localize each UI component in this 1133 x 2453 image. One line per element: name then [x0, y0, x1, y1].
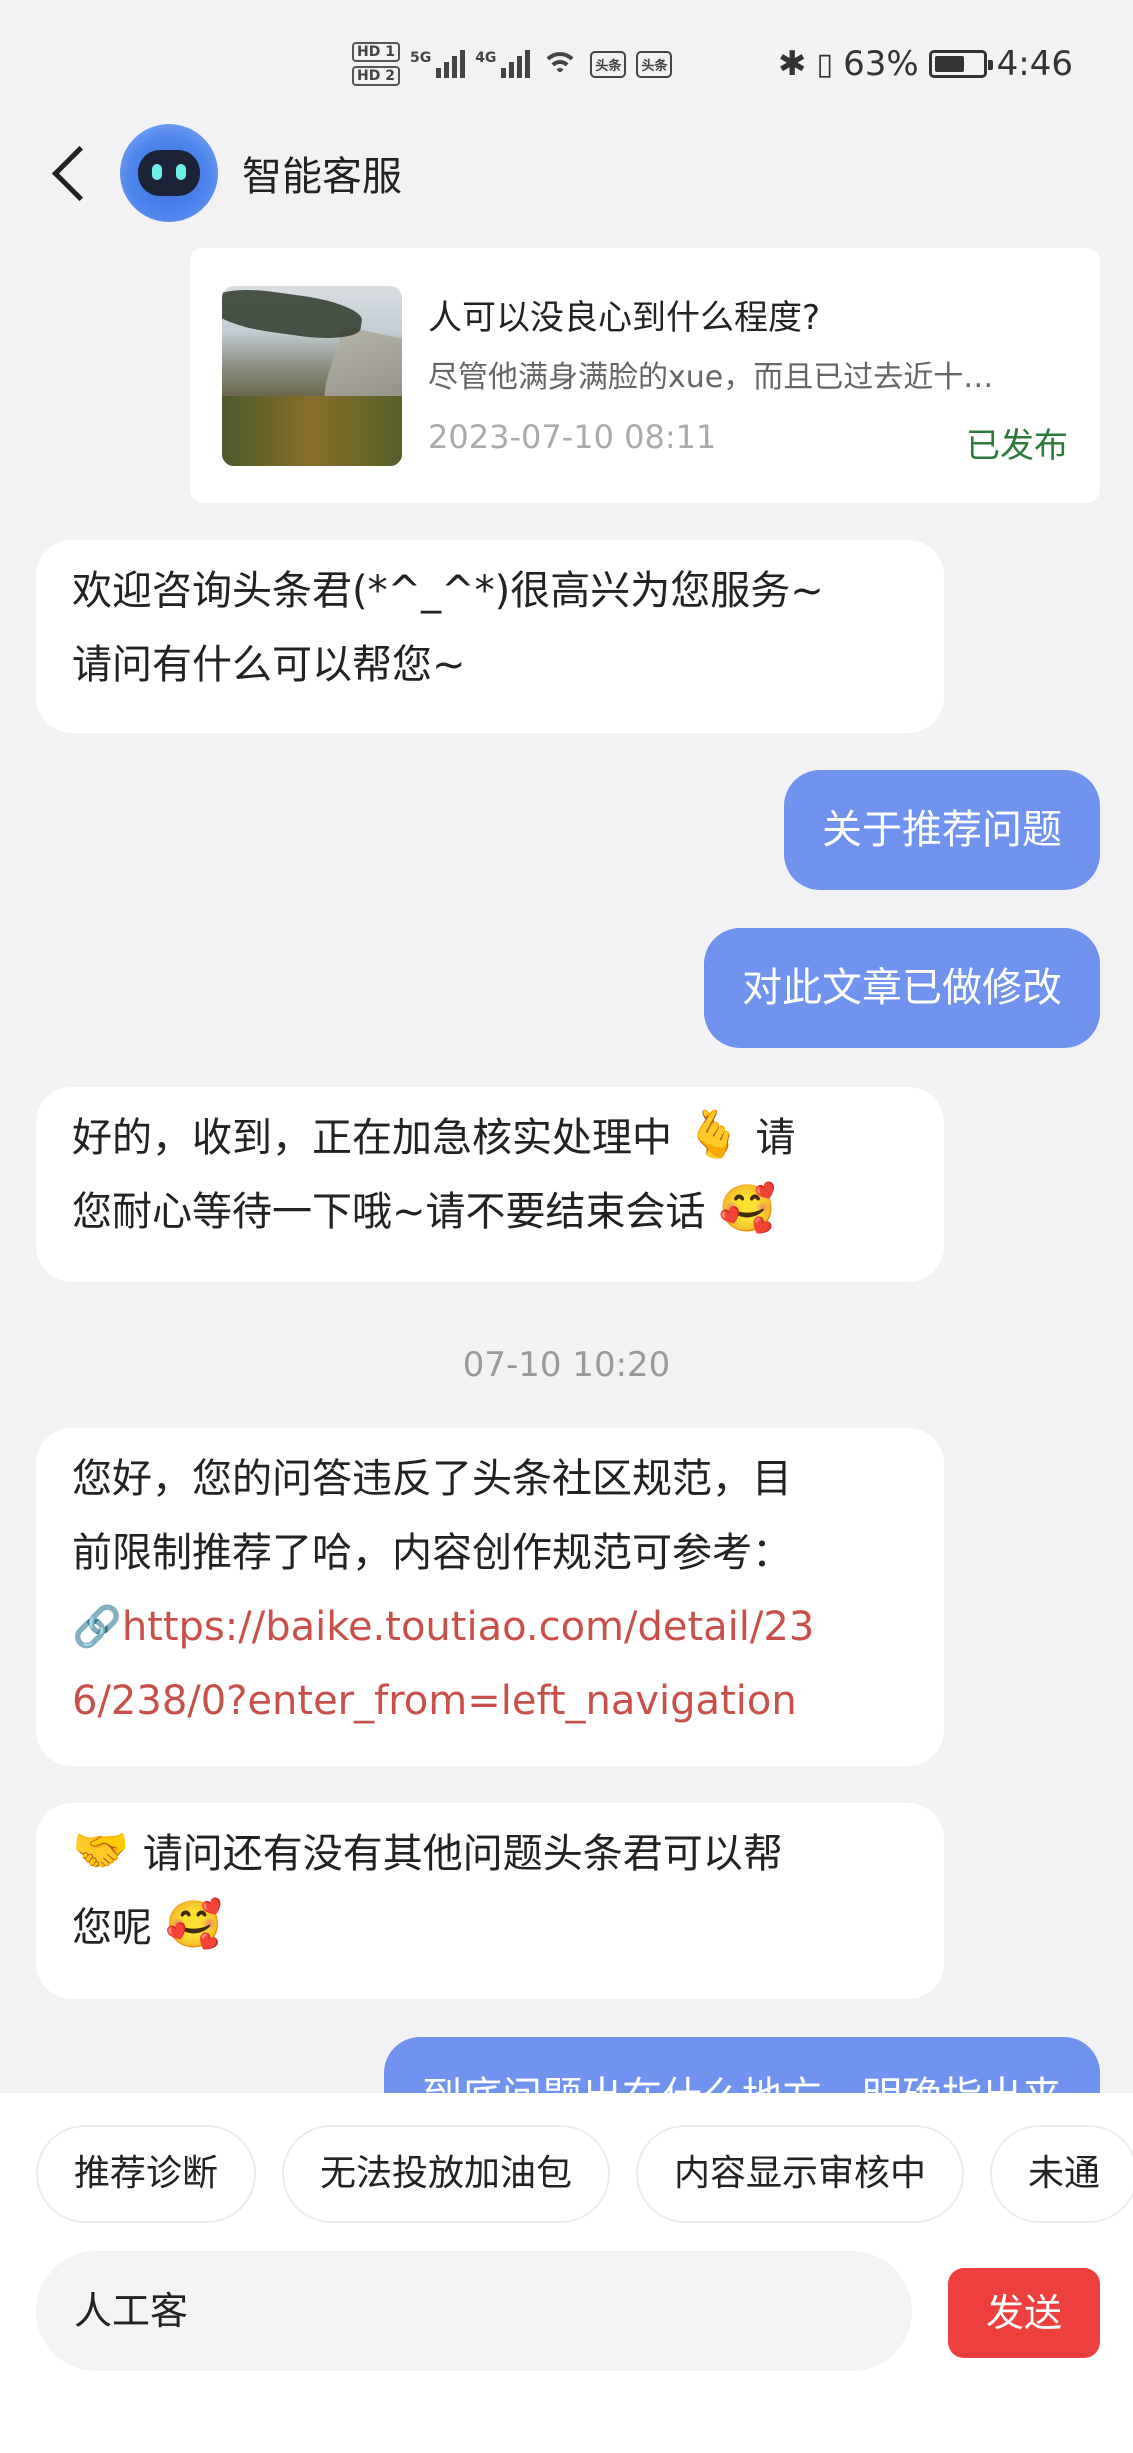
chip-recommend-diagnosis[interactable]: 推荐诊断: [36, 2125, 257, 2223]
link-icon: 🔗: [72, 1604, 122, 1650]
article-status: 已发布: [966, 426, 1068, 466]
wifi-icon: [540, 48, 580, 80]
chat-header: 智能客服: [0, 120, 1133, 230]
heart-face-emoji-icon: 🥰: [165, 1897, 223, 1951]
toutiao-app-icon: 头条: [590, 50, 627, 78]
article-date: 2023-07-10 08:11: [428, 418, 717, 456]
message-input[interactable]: 人工客: [36, 2251, 912, 2371]
bot-avatar: [120, 124, 218, 222]
signal-icon: 4G: [475, 50, 531, 78]
guideline-link-cont[interactable]: 6/238/0?enter_from=left_navigation: [72, 1664, 908, 1738]
clock: 4:46: [996, 44, 1073, 84]
battery-fill: [934, 56, 964, 72]
quick-reply-chips: 推荐诊断 无法投放加油包 内容显示审核中 未通: [36, 2125, 1133, 2223]
send-button[interactable]: 发送: [948, 2268, 1100, 2358]
timestamp: 07-10 10:20: [462, 1345, 671, 1385]
status-left: HD 1 HD 2 5G 4G 头条 头条: [352, 32, 673, 96]
chip-under-review[interactable]: 内容显示审核中: [636, 2125, 965, 2223]
article-card[interactable]: 人可以没良心到什么程度? 尽管他满身满脸的xue，而且已过去近十… 2023-0…: [190, 248, 1100, 503]
message-bot-followup: 🤝 请问还有没有其他问题头条君可以帮 您呢 🥰: [36, 1803, 944, 1999]
message-bot-processing: 好的，收到，正在加急核实处理中 🫰 请 您耐心等待一下哦~请不要结束会话 🥰: [36, 1087, 944, 1282]
battery-icon: [928, 50, 993, 78]
network-4g-label: 4G: [475, 50, 497, 66]
vibrate-icon: ▯: [816, 46, 834, 82]
bluetooth-icon: ✱: [778, 44, 807, 84]
heart-face-emoji-icon: 🥰: [718, 1181, 776, 1235]
guideline-link[interactable]: 🔗https://baike.toutiao.com/detail/23: [72, 1590, 908, 1664]
article-title: 人可以没良心到什么程度?: [428, 298, 821, 338]
input-panel: 推荐诊断 无法投放加油包 内容显示审核中 未通 人工客 发送: [0, 2093, 1133, 2453]
message-user-recommend: 关于推荐问题: [784, 770, 1100, 890]
robot-face-icon: [138, 150, 200, 196]
message-bot-welcome: 欢迎咨询头条君(*^_^*)很高兴为您服务~ 请问有什么可以帮您~: [36, 540, 944, 733]
message-user-modified: 对此文章已做修改: [704, 928, 1100, 1048]
article-thumbnail: [222, 286, 402, 466]
page-title: 智能客服: [242, 154, 402, 200]
hd-indicator: HD 1 HD 2: [352, 42, 400, 86]
chip-boost-pack[interactable]: 无法投放加油包: [282, 2125, 611, 2223]
handshake-emoji-icon: 🤝: [72, 1823, 130, 1877]
message-bot-violation: 您好，您的问答违反了头条社区规范，目 前限制推荐了哈，内容创作规范可参考： 🔗h…: [36, 1428, 944, 1766]
battery-percent: 63%: [843, 44, 919, 84]
toutiao-app-icon: 头条: [636, 50, 673, 78]
chip-not-passed[interactable]: 未通: [990, 2125, 1133, 2223]
network-5g-label: 5G: [409, 50, 432, 66]
status-bar: HD 1 HD 2 5G 4G 头条 头条 ✱ ▯ 63% 4:46: [0, 0, 1133, 125]
signal-icon: 5G: [409, 50, 466, 78]
finger-heart-emoji-icon: 🫰: [685, 1107, 743, 1161]
status-right: ✱ ▯ 63% 4:46: [778, 32, 1073, 96]
article-excerpt: 尽管他满身满脸的xue，而且已过去近十…: [428, 360, 994, 395]
back-arrow-icon[interactable]: [48, 138, 98, 208]
